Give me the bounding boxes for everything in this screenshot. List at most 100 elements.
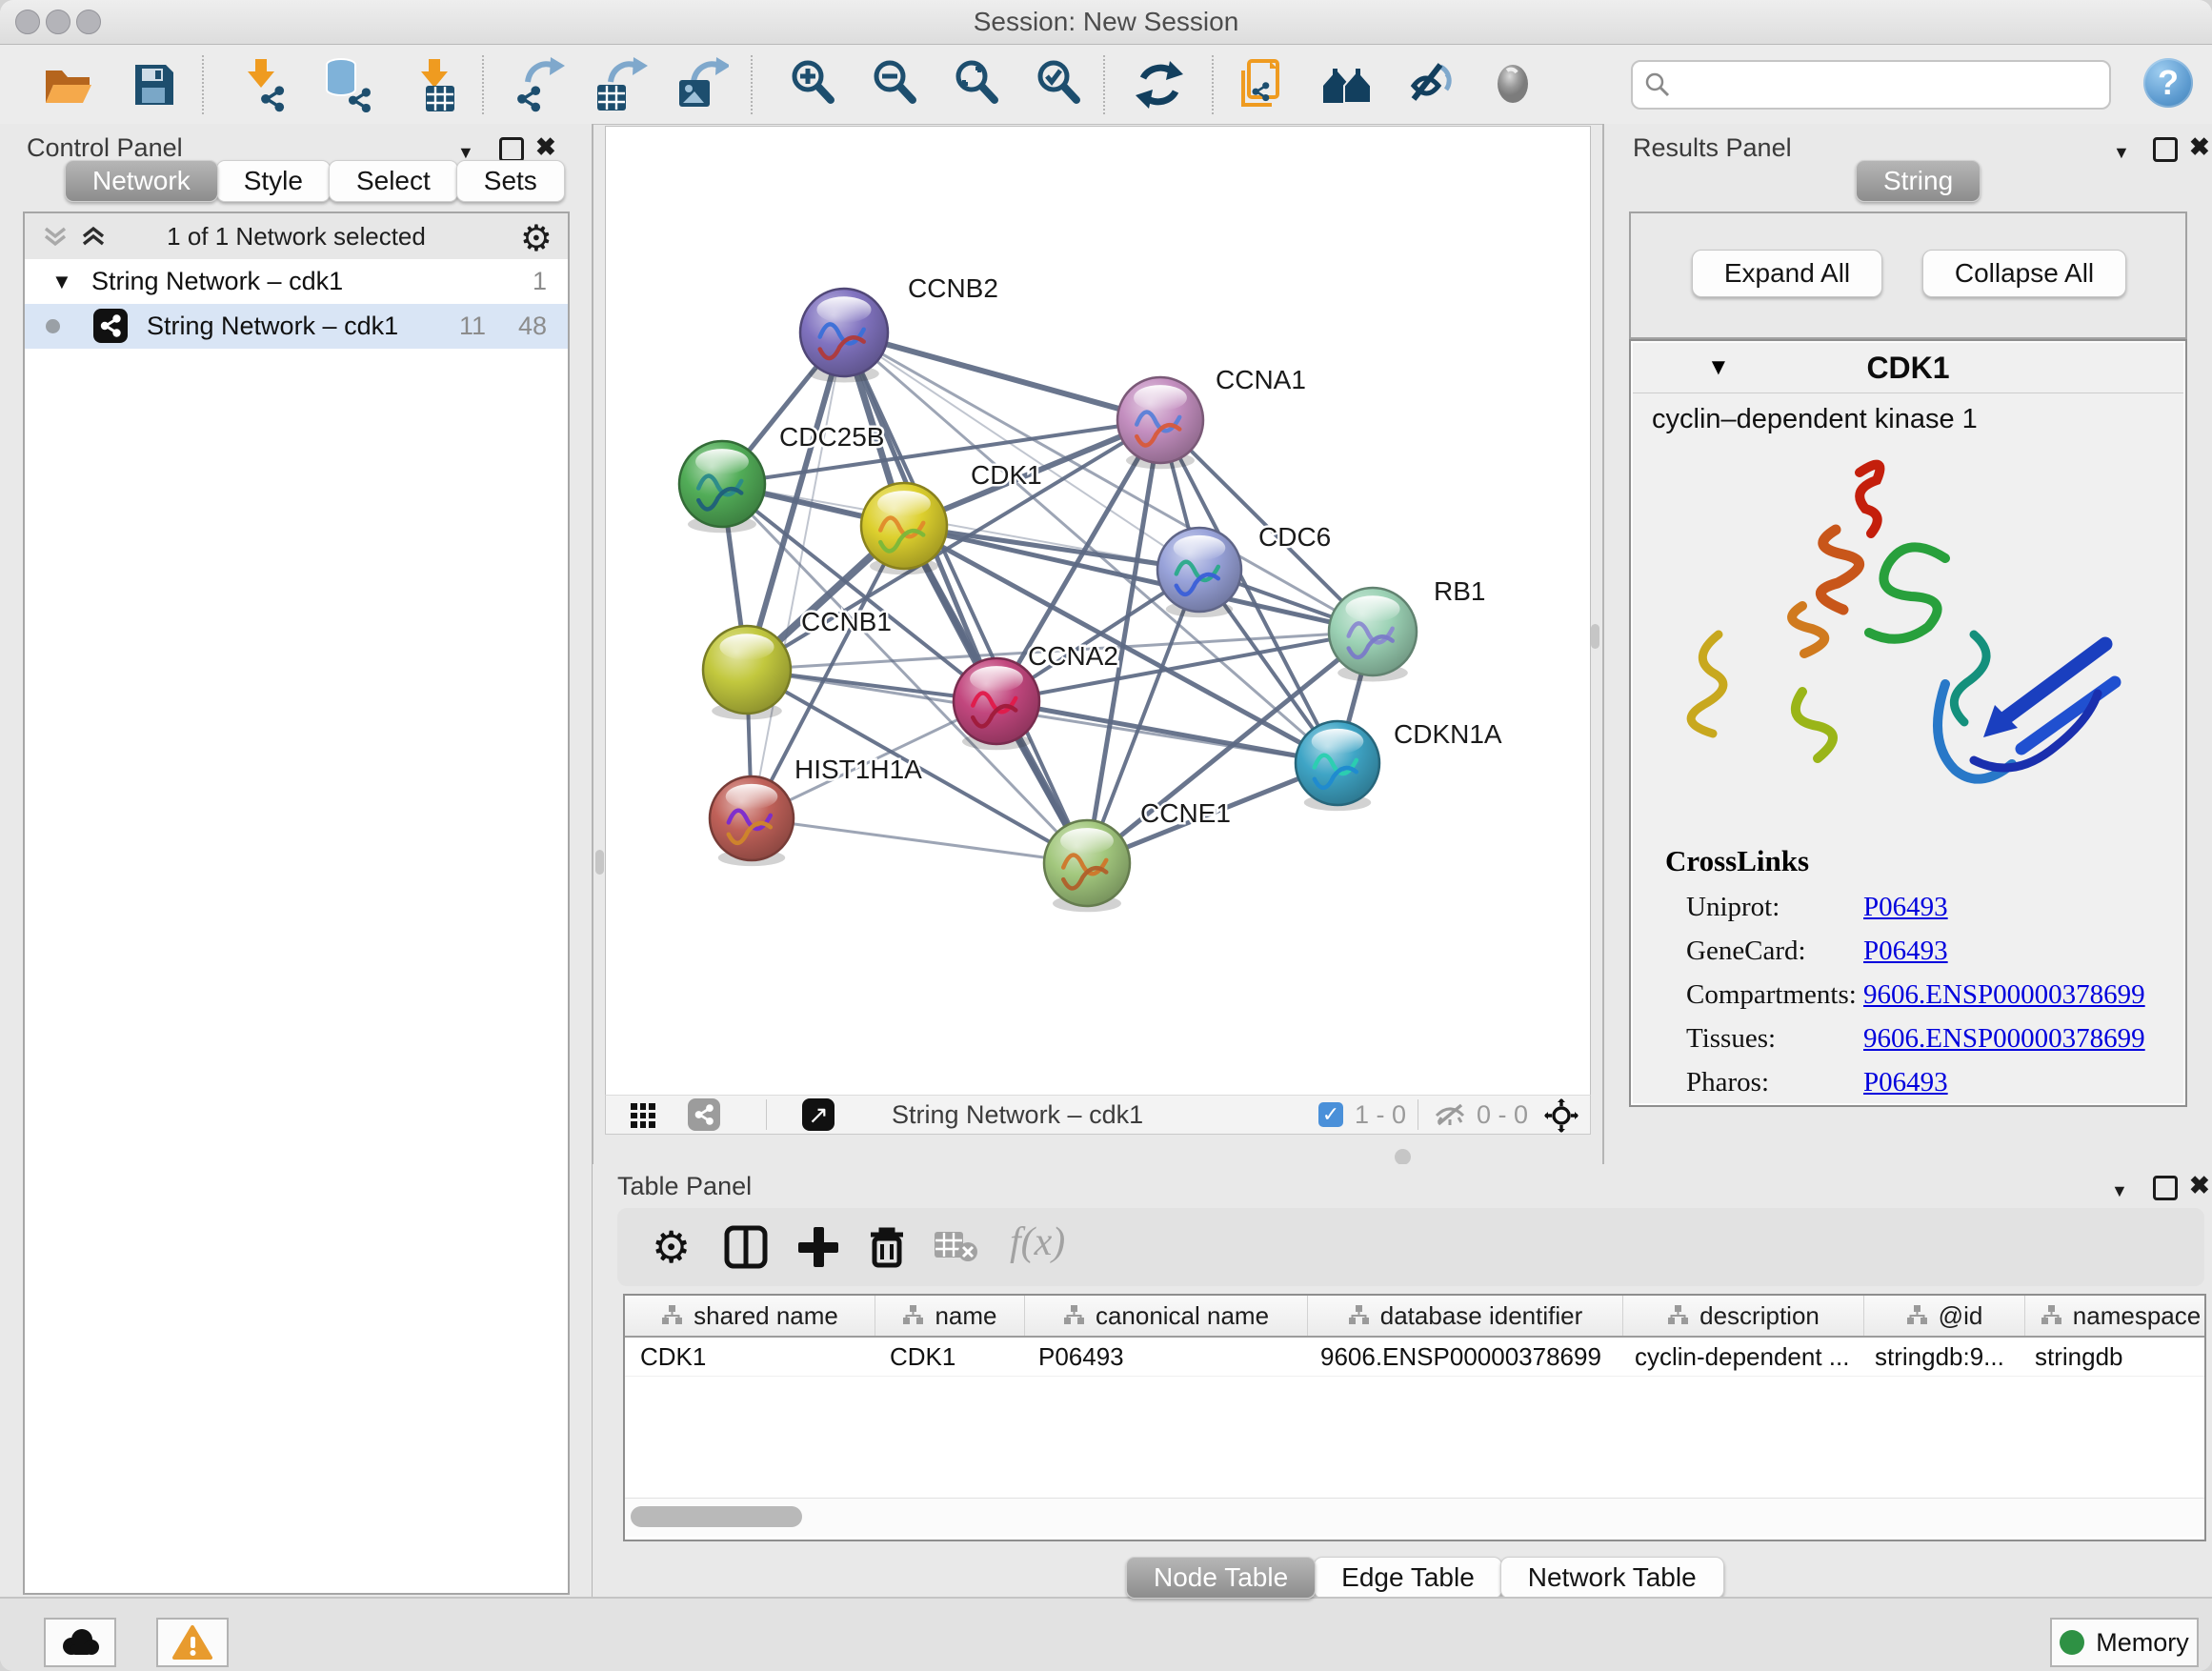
- add-column-icon[interactable]: [794, 1223, 842, 1271]
- panel-menu-icon[interactable]: ▼: [2111, 1179, 2128, 1202]
- close-panel-icon[interactable]: ✖: [535, 135, 556, 158]
- column-header-namespace[interactable]: namespace: [2025, 1296, 2206, 1336]
- table-row[interactable]: CDK1CDK1P064939606.ENSP00000378699cyclin…: [625, 1338, 2204, 1377]
- horizontal-scrollbar[interactable]: [625, 1498, 2204, 1537]
- clone-network-icon[interactable]: [1236, 57, 1291, 112]
- scrollbar-thumb[interactable]: [631, 1506, 802, 1527]
- import-table-from-file-icon[interactable]: [406, 57, 461, 112]
- table-cell[interactable]: P06493: [1023, 1338, 1305, 1376]
- pan-tool-icon[interactable]: [1543, 1097, 1579, 1134]
- export-network-icon[interactable]: [512, 57, 567, 112]
- warnings-button[interactable]: [156, 1618, 229, 1667]
- search-input[interactable]: [1680, 66, 2094, 102]
- import-network-from-file-icon[interactable]: [234, 57, 290, 112]
- collection-expander-icon[interactable]: ▼: [51, 259, 72, 304]
- close-panel-icon[interactable]: ✖: [2189, 135, 2210, 158]
- birdseye-export-icon[interactable]: ↗: [802, 1098, 835, 1131]
- table-cell[interactable]: CDK1: [875, 1338, 1023, 1376]
- node-CDKN1A[interactable]: [1296, 721, 1379, 805]
- tab-network[interactable]: Network: [65, 160, 218, 202]
- close-panel-icon[interactable]: ✖: [2189, 1174, 2210, 1197]
- table-settings-gear-icon[interactable]: ⚙: [652, 1223, 699, 1271]
- zoom-selected-icon[interactable]: [1031, 57, 1086, 112]
- tab-edge-table[interactable]: Edge Table: [1314, 1557, 1502, 1599]
- table-cell[interactable]: CDK1: [625, 1338, 875, 1376]
- node-RB1[interactable]: [1329, 588, 1417, 675]
- show-columns-icon[interactable]: [722, 1223, 770, 1271]
- node-CCNA2[interactable]: [954, 658, 1039, 744]
- tab-string[interactable]: String: [1856, 160, 1981, 202]
- crosslink-link[interactable]: 9606.ENSP00000378699: [1863, 979, 2145, 1010]
- export-table-icon[interactable]: [593, 57, 648, 112]
- memory-button[interactable]: Memory: [2050, 1618, 2199, 1667]
- edge-HIST1H1A-CCNE1[interactable]: [752, 818, 1087, 863]
- string-home-icon[interactable]: [1319, 57, 1375, 112]
- cloud-icon: [59, 1625, 101, 1658]
- node-CDK1[interactable]: [861, 483, 947, 569]
- panel-menu-icon[interactable]: ▼: [2113, 141, 2130, 164]
- tab-sets[interactable]: Sets: [456, 160, 565, 202]
- entry-header[interactable]: ▼ CDK1: [1633, 343, 2183, 393]
- node-CCNE1[interactable]: [1044, 820, 1130, 906]
- node-CCNB2[interactable]: [800, 289, 888, 376]
- show-all-icon[interactable]: [1486, 57, 1541, 112]
- float-panel-icon[interactable]: [2153, 1176, 2178, 1200]
- network-canvas[interactable]: CCNB2CCNA1CDC25BCDK1CDC6RB1CCNB1CCNA2CDK…: [605, 126, 1591, 1096]
- zoom-out-icon[interactable]: [867, 57, 922, 112]
- float-panel-icon[interactable]: [499, 137, 524, 162]
- table-cell[interactable]: stringdb:9...: [1860, 1338, 2020, 1376]
- edge-CCNB2-HIST1H1A[interactable]: [752, 332, 844, 818]
- column-header-shared-name[interactable]: shared name: [625, 1296, 875, 1336]
- network-collection-row[interactable]: ▼ String Network – cdk1 1: [25, 259, 568, 304]
- memory-status-dot: [2060, 1630, 2084, 1655]
- network-overview-icon[interactable]: [688, 1098, 720, 1131]
- column-header-name[interactable]: name: [875, 1296, 1025, 1336]
- splitter-handle[interactable]: [595, 850, 604, 875]
- column-header-description[interactable]: description: [1623, 1296, 1864, 1336]
- search-icon: [1644, 71, 1671, 98]
- network-row-selected[interactable]: String Network – cdk1 11 48: [25, 304, 568, 349]
- apply-layout-icon[interactable]: [1132, 57, 1187, 112]
- edge-CCNA2-CDKN1A[interactable]: [996, 701, 1337, 763]
- export-image-icon[interactable]: [674, 57, 729, 112]
- column-header-database-identifier[interactable]: database identifier: [1308, 1296, 1623, 1336]
- splitter-handle[interactable]: [1591, 624, 1599, 649]
- expand-all-button[interactable]: Expand All: [1692, 250, 1882, 297]
- grid-view-icon[interactable]: [631, 1103, 655, 1128]
- node-CCNA1[interactable]: [1117, 377, 1203, 463]
- node-CDC6[interactable]: [1157, 528, 1241, 612]
- edge-CCNB2-CCNA1[interactable]: [844, 332, 1160, 420]
- tab-node-table[interactable]: Node Table: [1126, 1557, 1316, 1599]
- node-CCNB1[interactable]: [703, 626, 791, 714]
- selected-checkbox-icon[interactable]: ✓: [1318, 1102, 1343, 1127]
- column-header--id[interactable]: @id: [1864, 1296, 2025, 1336]
- save-session-icon[interactable]: [126, 57, 181, 112]
- open-session-icon[interactable]: [40, 57, 95, 112]
- table-cell[interactable]: 9606.ENSP00000378699: [1305, 1338, 1619, 1376]
- network-type-icon: [93, 309, 128, 343]
- network-options-gear-icon[interactable]: ⚙: [520, 217, 553, 260]
- horizontal-splitter-handle[interactable]: [1395, 1149, 1411, 1165]
- zoom-fit-icon[interactable]: [949, 57, 1004, 112]
- tab-select[interactable]: Select: [329, 160, 458, 202]
- hide-selected-icon[interactable]: [1402, 57, 1458, 112]
- node-CDC25B[interactable]: [679, 441, 765, 527]
- table-cell[interactable]: cyclin-dependent ...: [1619, 1338, 1860, 1376]
- zoom-in-icon[interactable]: [785, 57, 840, 112]
- column-header-canonical-name[interactable]: canonical name: [1025, 1296, 1308, 1336]
- tab-network-table[interactable]: Network Table: [1500, 1557, 1724, 1599]
- crosslink-link[interactable]: P06493: [1863, 892, 1948, 922]
- tab-style[interactable]: Style: [216, 160, 331, 202]
- delete-column-trash-icon[interactable]: [863, 1223, 911, 1271]
- float-panel-icon[interactable]: [2153, 137, 2178, 162]
- crosslink-link[interactable]: 9606.ENSP00000378699: [1863, 1023, 2145, 1054]
- help-button[interactable]: ?: [2143, 58, 2193, 108]
- import-network-from-database-icon[interactable]: [320, 57, 375, 112]
- crosslink-link[interactable]: P06493: [1863, 936, 1948, 966]
- node-HIST1H1A[interactable]: [710, 776, 794, 860]
- crosslink-link[interactable]: P06493: [1863, 1067, 1948, 1097]
- cloud-button[interactable]: [44, 1618, 116, 1667]
- table-cell[interactable]: stringdb: [2020, 1338, 2206, 1376]
- collapse-all-button[interactable]: Collapse All: [1922, 250, 2126, 297]
- node-label-CCNB2: CCNB2: [908, 273, 998, 303]
